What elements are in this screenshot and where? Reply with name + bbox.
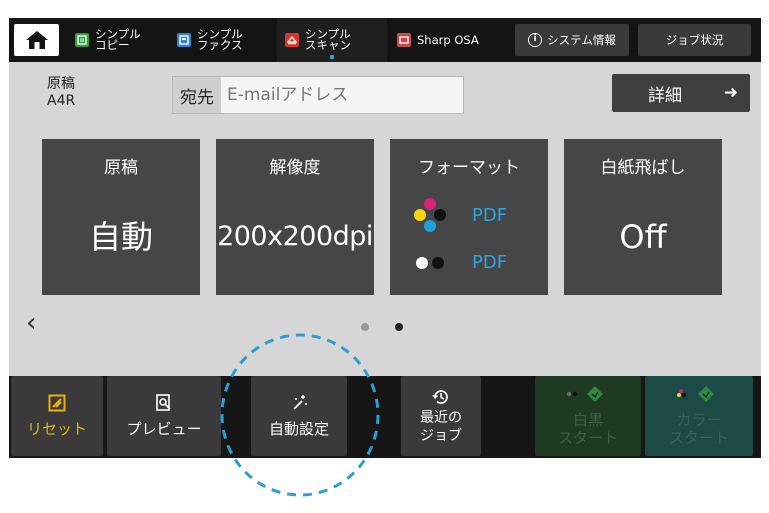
job-status-label: ジョブ状況 — [665, 33, 724, 47]
auto-setting-button[interactable]: 自動設定 — [251, 376, 347, 456]
color-format-value: PDF — [472, 205, 508, 226]
tab-simple-copy[interactable]: シンプル コピー — [67, 18, 167, 62]
page-dot-1[interactable] — [361, 323, 369, 331]
tab-label: シンプル コピー — [95, 27, 141, 52]
tile-value: Off — [619, 218, 667, 256]
tab-label: シンプル スキャン — [305, 27, 351, 52]
bw-start-icon — [565, 385, 611, 403]
screen: シンプル コピー シンプル ファクス シンプル スキャン Sharp OSA i… — [9, 18, 761, 458]
bw-format-value: PDF — [472, 252, 508, 273]
reset-label: リセット — [26, 420, 87, 438]
bw-format-row: PDF — [410, 249, 540, 277]
destination-field[interactable]: 宛先 — [172, 76, 464, 114]
tab-label: Sharp OSA — [417, 32, 479, 47]
recent-jobs-label: 最近の ジョブ — [420, 409, 462, 444]
preview-button[interactable]: プレビュー — [107, 376, 221, 456]
osa-icon — [397, 33, 411, 47]
tile-title: フォーマット — [418, 158, 520, 178]
color-format-row: PDF — [410, 197, 540, 235]
tab-label: シンプル ファクス — [197, 27, 243, 52]
tab-simple-scan[interactable]: シンプル スキャン — [277, 18, 387, 62]
blank-page-skip-tile[interactable]: 白紙飛ばし Off — [564, 139, 722, 295]
info-icon: i — [528, 33, 543, 47]
color-dots-icon — [414, 198, 446, 232]
tile-title: 解像度 — [269, 158, 321, 178]
reset-button[interactable]: リセット — [11, 376, 103, 456]
home-icon — [25, 31, 48, 49]
reset-icon — [48, 394, 66, 412]
detail-label: 詳細 — [648, 85, 682, 106]
tile-value: 200x200dpi — [217, 221, 373, 252]
preview-icon — [156, 394, 172, 412]
copy-icon — [75, 33, 89, 47]
previous-page-button[interactable]: ‹ — [26, 310, 36, 336]
arrow-right-icon: ➜ — [723, 83, 738, 103]
tile-title: 白紙飛ばし — [600, 158, 686, 178]
tab-sharp-osa[interactable]: Sharp OSA — [389, 18, 499, 62]
bw-start-label: 白黒 スタート — [557, 411, 618, 447]
preview-label: プレビュー — [126, 420, 202, 438]
top-bar: シンプル コピー シンプル ファクス シンプル スキャン Sharp OSA i… — [9, 18, 761, 62]
format-tile[interactable]: フォーマット PDF PDF — [390, 139, 548, 295]
color-start-button[interactable]: カラー スタート — [645, 376, 753, 456]
job-status-button[interactable]: ジョブ状況 — [638, 24, 751, 56]
auto-setting-label: 自動設定 — [268, 420, 329, 438]
home-button[interactable] — [14, 24, 59, 56]
bw-start-button[interactable]: 白黒 スタート — [535, 376, 641, 456]
bottom-bar: リセット プレビュー 自動設定 最近の ジョブ 白黒 スタート カラー スタート — [9, 376, 761, 458]
original-size-indicator: 原稿 A4R — [47, 76, 76, 109]
detail-button[interactable]: 詳細 ➜ — [612, 74, 750, 112]
scan-icon — [285, 33, 299, 47]
fax-icon — [177, 33, 191, 47]
bw-dots-icon — [416, 257, 444, 269]
color-start-label: カラー スタート — [668, 411, 729, 447]
tab-simple-fax[interactable]: シンプル ファクス — [169, 18, 275, 62]
recent-jobs-button[interactable]: 最近の ジョブ — [401, 376, 481, 456]
system-info-button[interactable]: i システム情報 — [515, 24, 629, 56]
color-start-icon — [676, 385, 722, 403]
page-dot-2[interactable] — [395, 323, 403, 331]
destination-label: 宛先 — [173, 77, 221, 113]
tile-title: 原稿 — [104, 158, 138, 178]
magic-wand-icon — [290, 394, 308, 412]
tile-value: 自動 — [88, 218, 153, 256]
system-info-label: システム情報 — [547, 33, 616, 47]
history-icon — [432, 388, 450, 406]
email-address-input[interactable] — [221, 85, 461, 105]
original-tile[interactable]: 原稿 自動 — [42, 139, 200, 295]
resolution-tile[interactable]: 解像度 200x200dpi — [216, 139, 374, 295]
